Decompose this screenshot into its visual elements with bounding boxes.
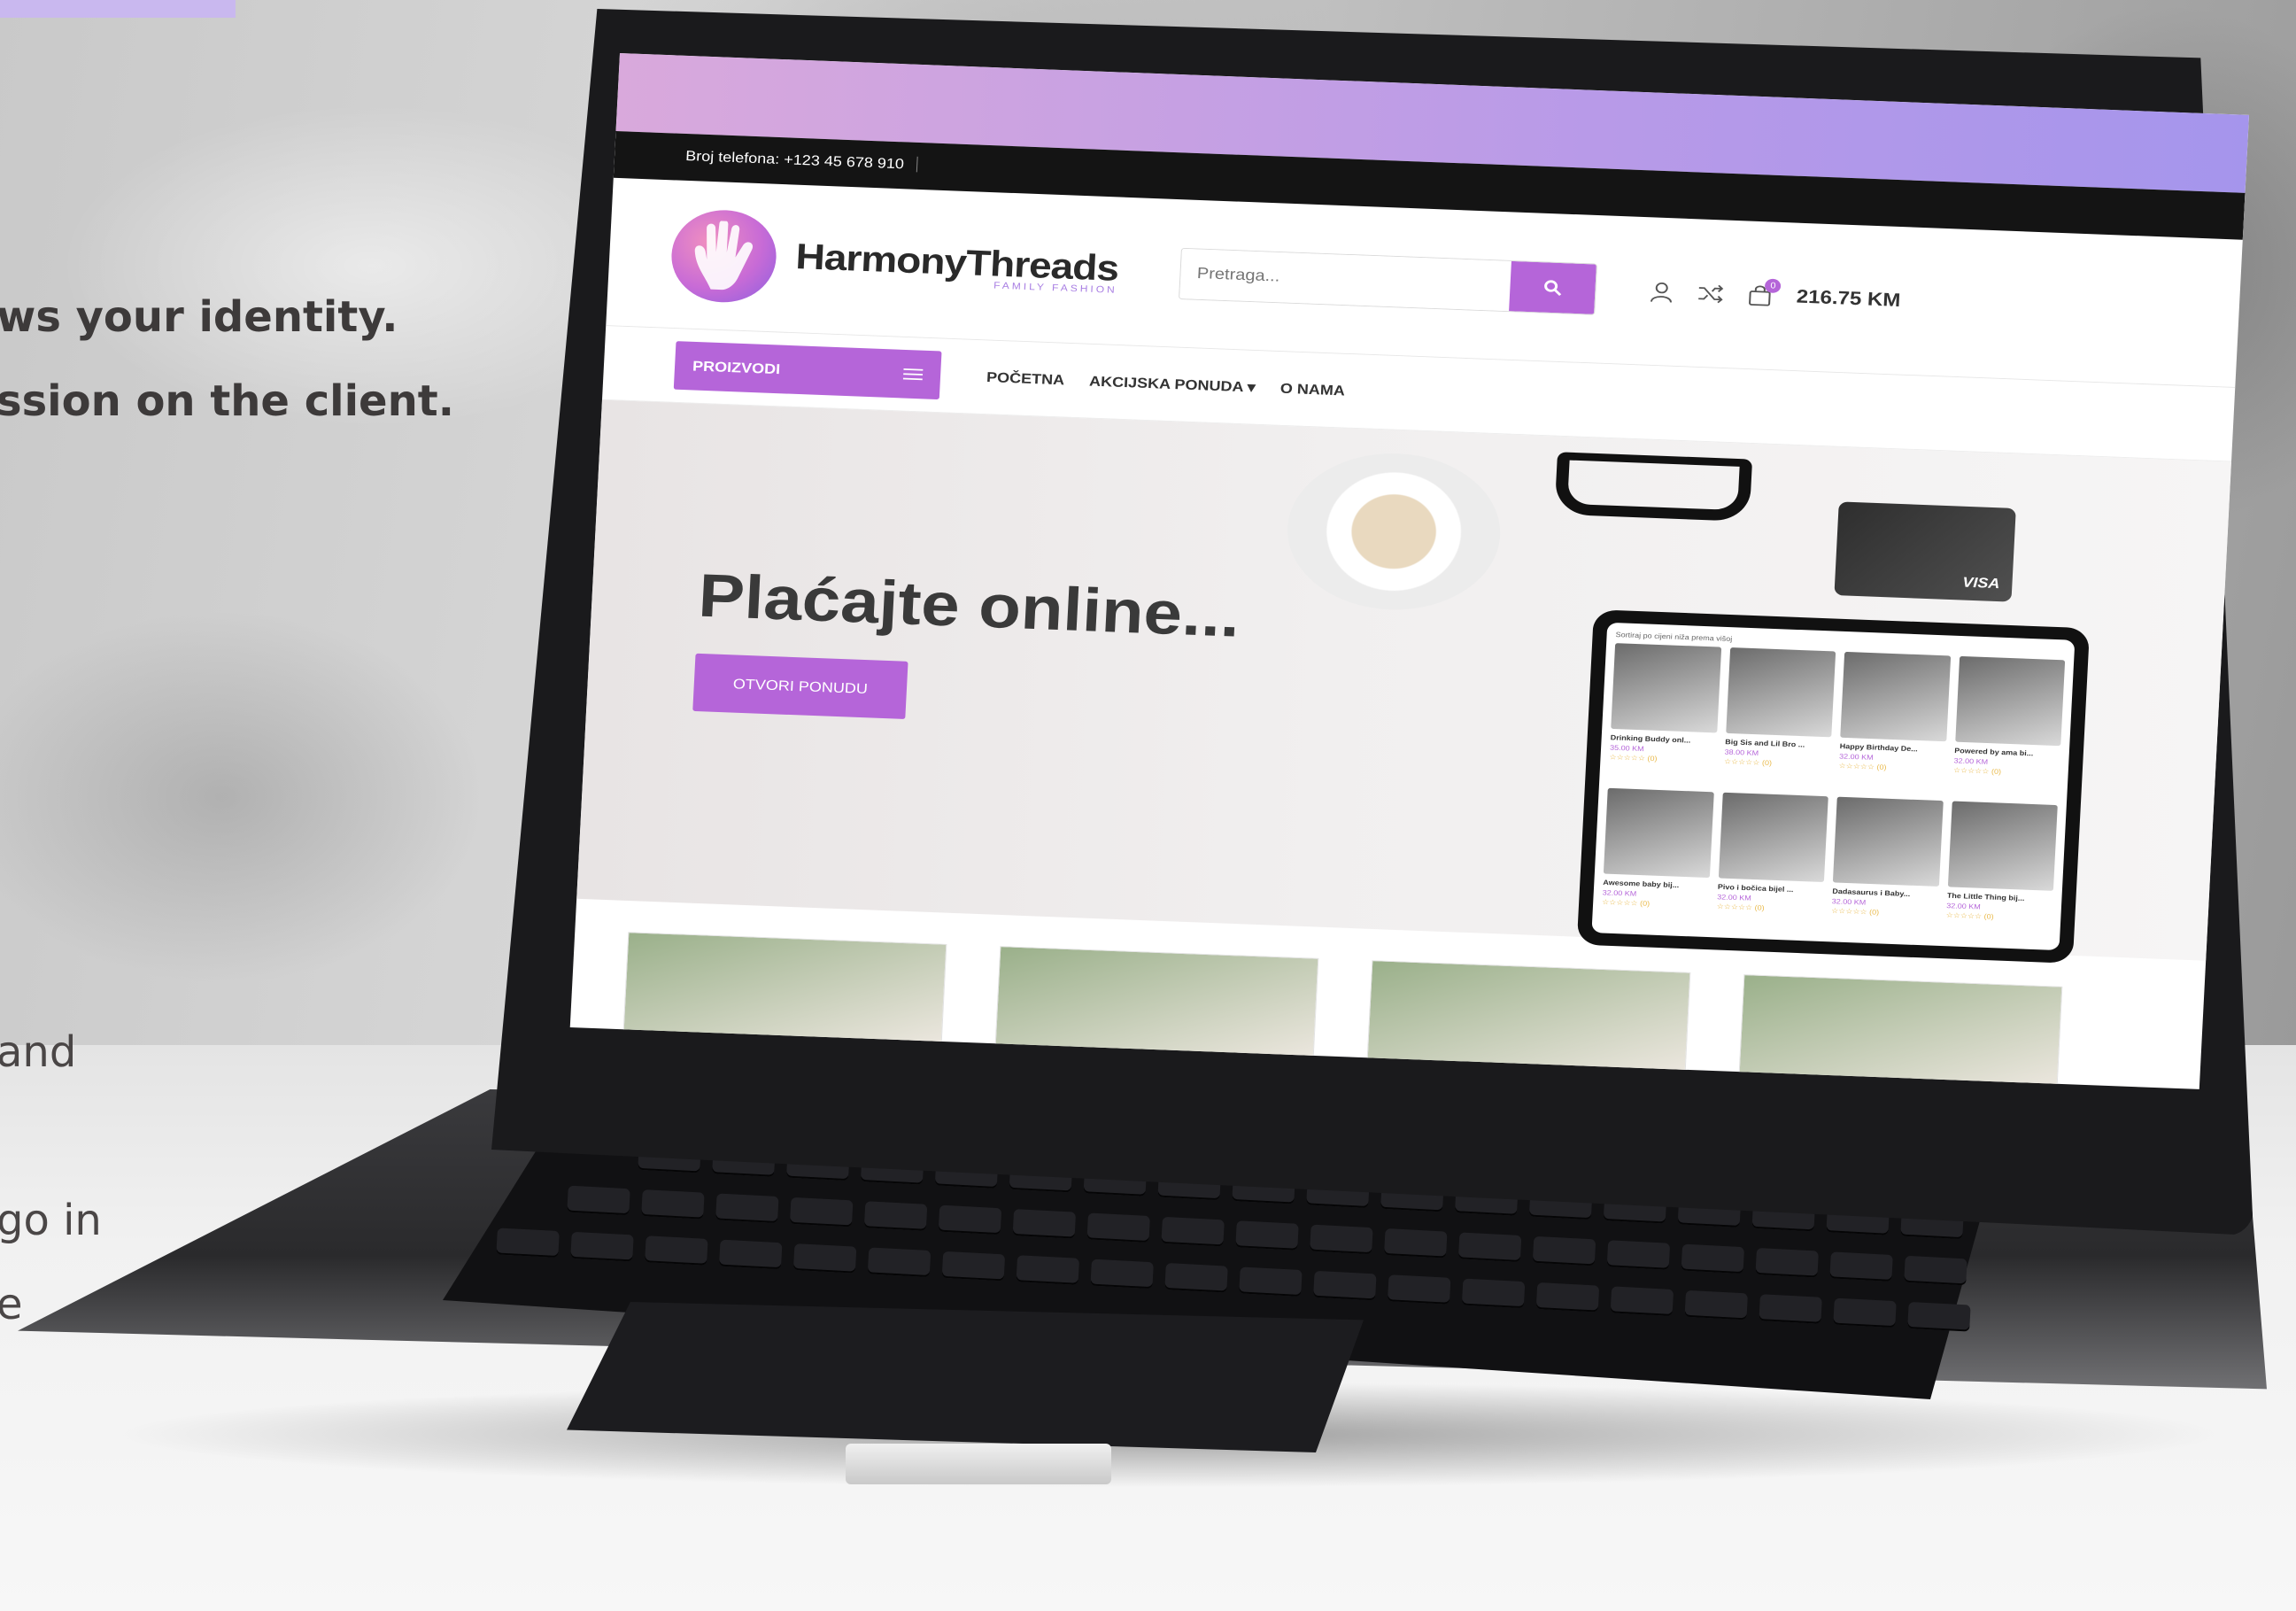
- trackpad: [567, 1302, 1364, 1452]
- search-icon: [1544, 280, 1562, 296]
- product-image: [1725, 647, 1836, 738]
- cart-total[interactable]: 216.75 KM: [1796, 286, 1901, 312]
- product-card: Powered by ama bi... 32.00 KM ☆☆☆☆☆ (0): [1952, 655, 2066, 797]
- product-card: Big Sis and Lil Bro ... 38.00 KM ☆☆☆☆☆ (0): [1723, 647, 1836, 788]
- product-image: [1840, 651, 1951, 742]
- hero-cta-button[interactable]: OTVORI PONUDU: [692, 653, 908, 719]
- compare-shuffle-icon[interactable]: [1697, 283, 1724, 304]
- hamburger-icon: [902, 368, 924, 381]
- nav-links: POČETNA AKCIJSKA PONUDA ▾ O NAMA: [986, 369, 1346, 399]
- brand-logo[interactable]: HarmonyThreads FAMILY FASHION: [794, 235, 1120, 296]
- product-image: [1718, 792, 1828, 883]
- laptop-notch: [846, 1444, 1111, 1484]
- tablet-screen: Sortiraj po cijeni niža prema višoj Drin…: [1591, 622, 2076, 951]
- glasses-image: [1554, 452, 1753, 522]
- credit-card-image: VISA: [1834, 501, 2016, 602]
- product-rating: ☆☆☆☆☆ (0): [1952, 765, 2002, 776]
- product-image: [1611, 643, 1721, 733]
- user-icon[interactable]: [1649, 280, 1674, 303]
- product-card: Drinking Buddy onl... 35.00 KM ☆☆☆☆☆ (0): [1608, 643, 1721, 784]
- product-card: Pivo i bočica bijel ... 32.00 KM ☆☆☆☆☆ (0): [1715, 792, 1828, 933]
- coffee-cup-image: [1283, 449, 1504, 614]
- categories-menu-button[interactable]: PROIZVODI: [673, 341, 942, 400]
- brand-logo-icon[interactable]: [669, 207, 779, 305]
- product-card: Happy Birthday De... 32.00 KM ☆☆☆☆☆ (0): [1837, 651, 1951, 793]
- laptop: Broj telefona: +123 45 678 910 HarmonyTh…: [0, 0, 2296, 1611]
- hero-banner: VISA Plaćajte online... OTVORI PONUDU So…: [576, 399, 2231, 964]
- phone-number: Broj telefona: +123 45 678 910: [684, 147, 918, 173]
- product-image: [1832, 796, 1944, 887]
- website-screen: Broj telefona: +123 45 678 910 HarmonyTh…: [569, 53, 2249, 1089]
- category-thumbnail[interactable]: [1738, 974, 2063, 1089]
- product-image: [1954, 655, 2066, 747]
- product-image: [1603, 787, 1714, 879]
- nav-link-home[interactable]: POČETNA: [986, 369, 1065, 389]
- product-grid: Drinking Buddy onl... 35.00 KM ☆☆☆☆☆ (0) B…: [1601, 643, 2066, 942]
- product-card: Dadasaurus i Baby... 32.00 KM ☆☆☆☆☆ (0): [1830, 796, 1944, 938]
- cart-count-badge: 0: [1765, 278, 1782, 293]
- hero-title: Plaćajte online...: [696, 561, 1242, 650]
- tablet-mockup: Sortiraj po cijeni niža prema višoj Drin…: [1576, 609, 2091, 964]
- search-input[interactable]: [1179, 248, 1512, 311]
- product-card: Awesome baby bij... 32.00 KM ☆☆☆☆☆ (0): [1601, 787, 1714, 929]
- nav-link-offers[interactable]: AKCIJSKA PONUDA ▾: [1089, 373, 1256, 396]
- product-image: [1947, 801, 2058, 891]
- card-brand: VISA: [1961, 574, 2000, 592]
- product-card: The Little Thing bij... 32.00 KM ☆☆☆☆☆ (0): [1944, 801, 2058, 942]
- search-bar: [1179, 247, 1598, 315]
- header-actions: 0 216.75 KM: [1649, 278, 1901, 312]
- cart-icon[interactable]: 0: [1746, 278, 1782, 306]
- search-button[interactable]: [1509, 260, 1597, 314]
- categories-label: PROIZVODI: [692, 357, 781, 377]
- nav-link-about[interactable]: O NAMA: [1279, 380, 1345, 399]
